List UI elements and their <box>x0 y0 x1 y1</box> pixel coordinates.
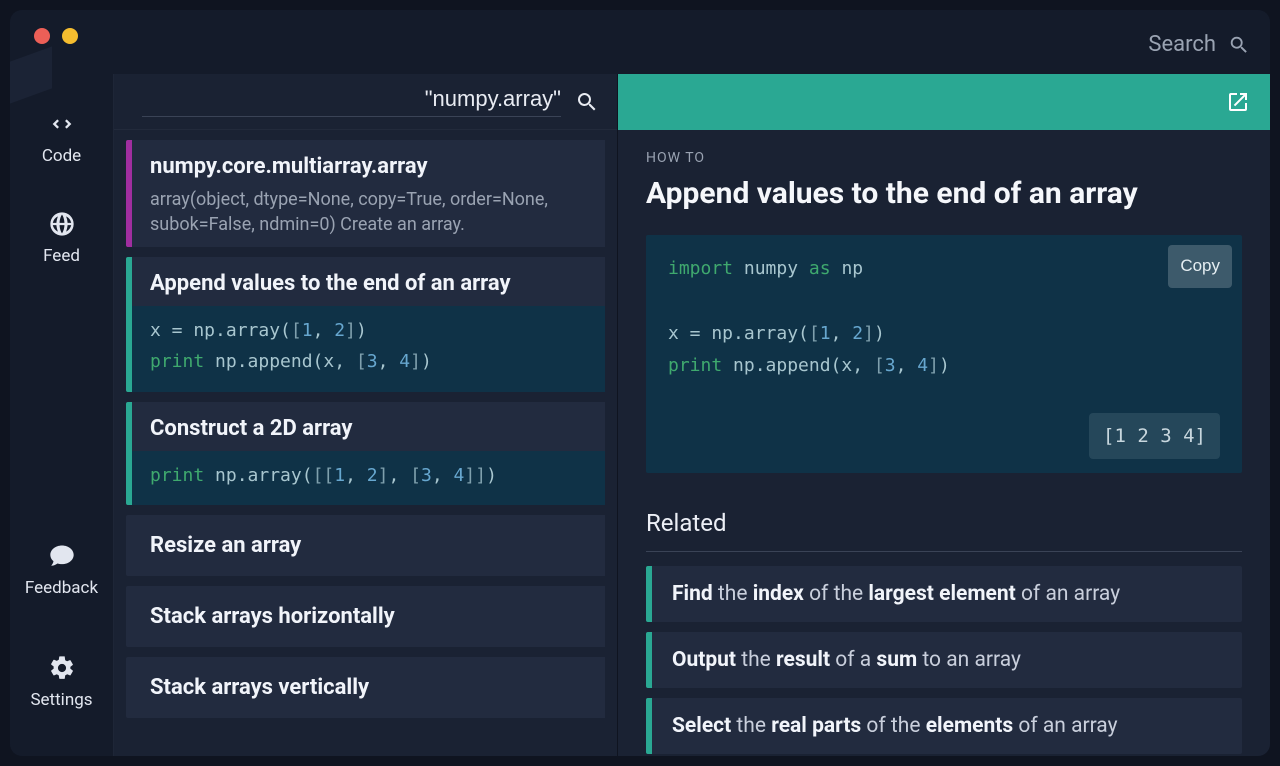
related-item[interactable]: Select the real parts of the elements of… <box>646 698 1242 754</box>
sidebar: Code Feed Feedback Settings <box>10 74 113 756</box>
minimize-window-button[interactable] <box>62 28 78 44</box>
sidebar-item-code[interactable]: Code <box>10 104 113 172</box>
detail-output: [1 2 3 4] <box>668 413 1220 459</box>
globe-icon <box>48 210 76 238</box>
global-search[interactable]: Search <box>1148 32 1250 57</box>
result-title: numpy.core.multiarray.array <box>150 154 587 179</box>
gear-icon <box>48 654 76 682</box>
result-card[interactable]: numpy.core.multiarray.array array(object,… <box>126 140 605 247</box>
detail-output-text: [1 2 3 4] <box>1089 413 1220 459</box>
sidebar-item-label: Code <box>42 146 81 166</box>
sidebar-item-label: Feedback <box>25 578 98 598</box>
result-title: Resize an array <box>150 533 587 558</box>
detail-kicker: HOW TO <box>646 150 1242 166</box>
result-card[interactable]: Construct a 2D array print np.array([[1, … <box>126 402 605 506</box>
results-search-bar <box>114 74 617 130</box>
result-card-head: numpy.core.multiarray.array array(object,… <box>132 140 605 247</box>
global-search-label: Search <box>1148 32 1216 57</box>
code-icon <box>48 110 76 138</box>
result-card[interactable]: Stack arrays horizontally <box>126 586 605 647</box>
result-card-head: Construct a 2D array <box>132 402 605 451</box>
result-title: Append values to the end of an array <box>150 271 587 296</box>
copy-button[interactable]: Copy <box>1168 245 1232 288</box>
detail-code-block: Copy import numpy as np x = np.array([1,… <box>646 235 1242 473</box>
results-search-input[interactable] <box>142 86 561 117</box>
detail-title: Append values to the end of an array <box>646 176 1242 211</box>
result-desc: array(object, dtype=None, copy=True, ord… <box>150 187 587 237</box>
results-list: numpy.core.multiarray.array array(object,… <box>114 130 617 756</box>
detail-body: HOW TO Append values to the end of an ar… <box>618 130 1270 756</box>
result-title: Construct a 2D array <box>150 416 587 441</box>
related-heading: Related <box>646 509 1242 552</box>
detail-column: HOW TO Append values to the end of an ar… <box>617 74 1270 756</box>
result-title: Stack arrays horizontally <box>150 604 587 629</box>
related-item[interactable]: Find the index of the largest element of… <box>646 566 1242 622</box>
window-controls <box>34 28 78 44</box>
result-card-head: Append values to the end of an array <box>132 257 605 306</box>
close-window-button[interactable] <box>34 28 50 44</box>
result-card[interactable]: Resize an array <box>126 515 605 576</box>
result-card-head: Stack arrays vertically <box>132 657 605 718</box>
result-title: Stack arrays vertically <box>150 675 587 700</box>
result-card-head: Stack arrays horizontally <box>132 586 605 647</box>
sidebar-item-settings[interactable]: Settings <box>10 648 113 716</box>
body: Code Feed Feedback Settings <box>10 74 1270 756</box>
chat-icon <box>48 542 76 570</box>
result-card[interactable]: Stack arrays vertically <box>126 657 605 718</box>
sidebar-top-group: Code Feed <box>10 104 113 272</box>
titlebar: Search <box>10 10 1270 74</box>
related-item[interactable]: Output the result of a sum to an array <box>646 632 1242 688</box>
result-card[interactable]: Append values to the end of an array x = … <box>126 257 605 391</box>
result-code: x = np.array([1, 2]) print np.append(x, … <box>132 306 605 391</box>
sidebar-item-feedback[interactable]: Feedback <box>10 536 113 604</box>
open-external-icon[interactable] <box>1226 90 1250 114</box>
detail-topbar <box>618 74 1270 130</box>
app-window: Search Code Feed Feedback <box>10 10 1270 756</box>
result-card-head: Resize an array <box>132 515 605 576</box>
search-icon <box>1228 34 1250 56</box>
sidebar-item-label: Settings <box>30 690 92 710</box>
results-column: numpy.core.multiarray.array array(object,… <box>113 74 617 756</box>
sidebar-bottom-group: Feedback Settings <box>10 524 113 716</box>
sidebar-item-feed[interactable]: Feed <box>10 204 113 272</box>
search-icon[interactable] <box>575 90 599 114</box>
sidebar-item-label: Feed <box>43 246 80 266</box>
result-code: print np.array([[1, 2], [3, 4]]) <box>132 451 605 506</box>
related-list: Find the index of the largest element of… <box>646 566 1242 756</box>
detail-code: import numpy as np x = np.array([1, 2]) … <box>668 253 1220 383</box>
